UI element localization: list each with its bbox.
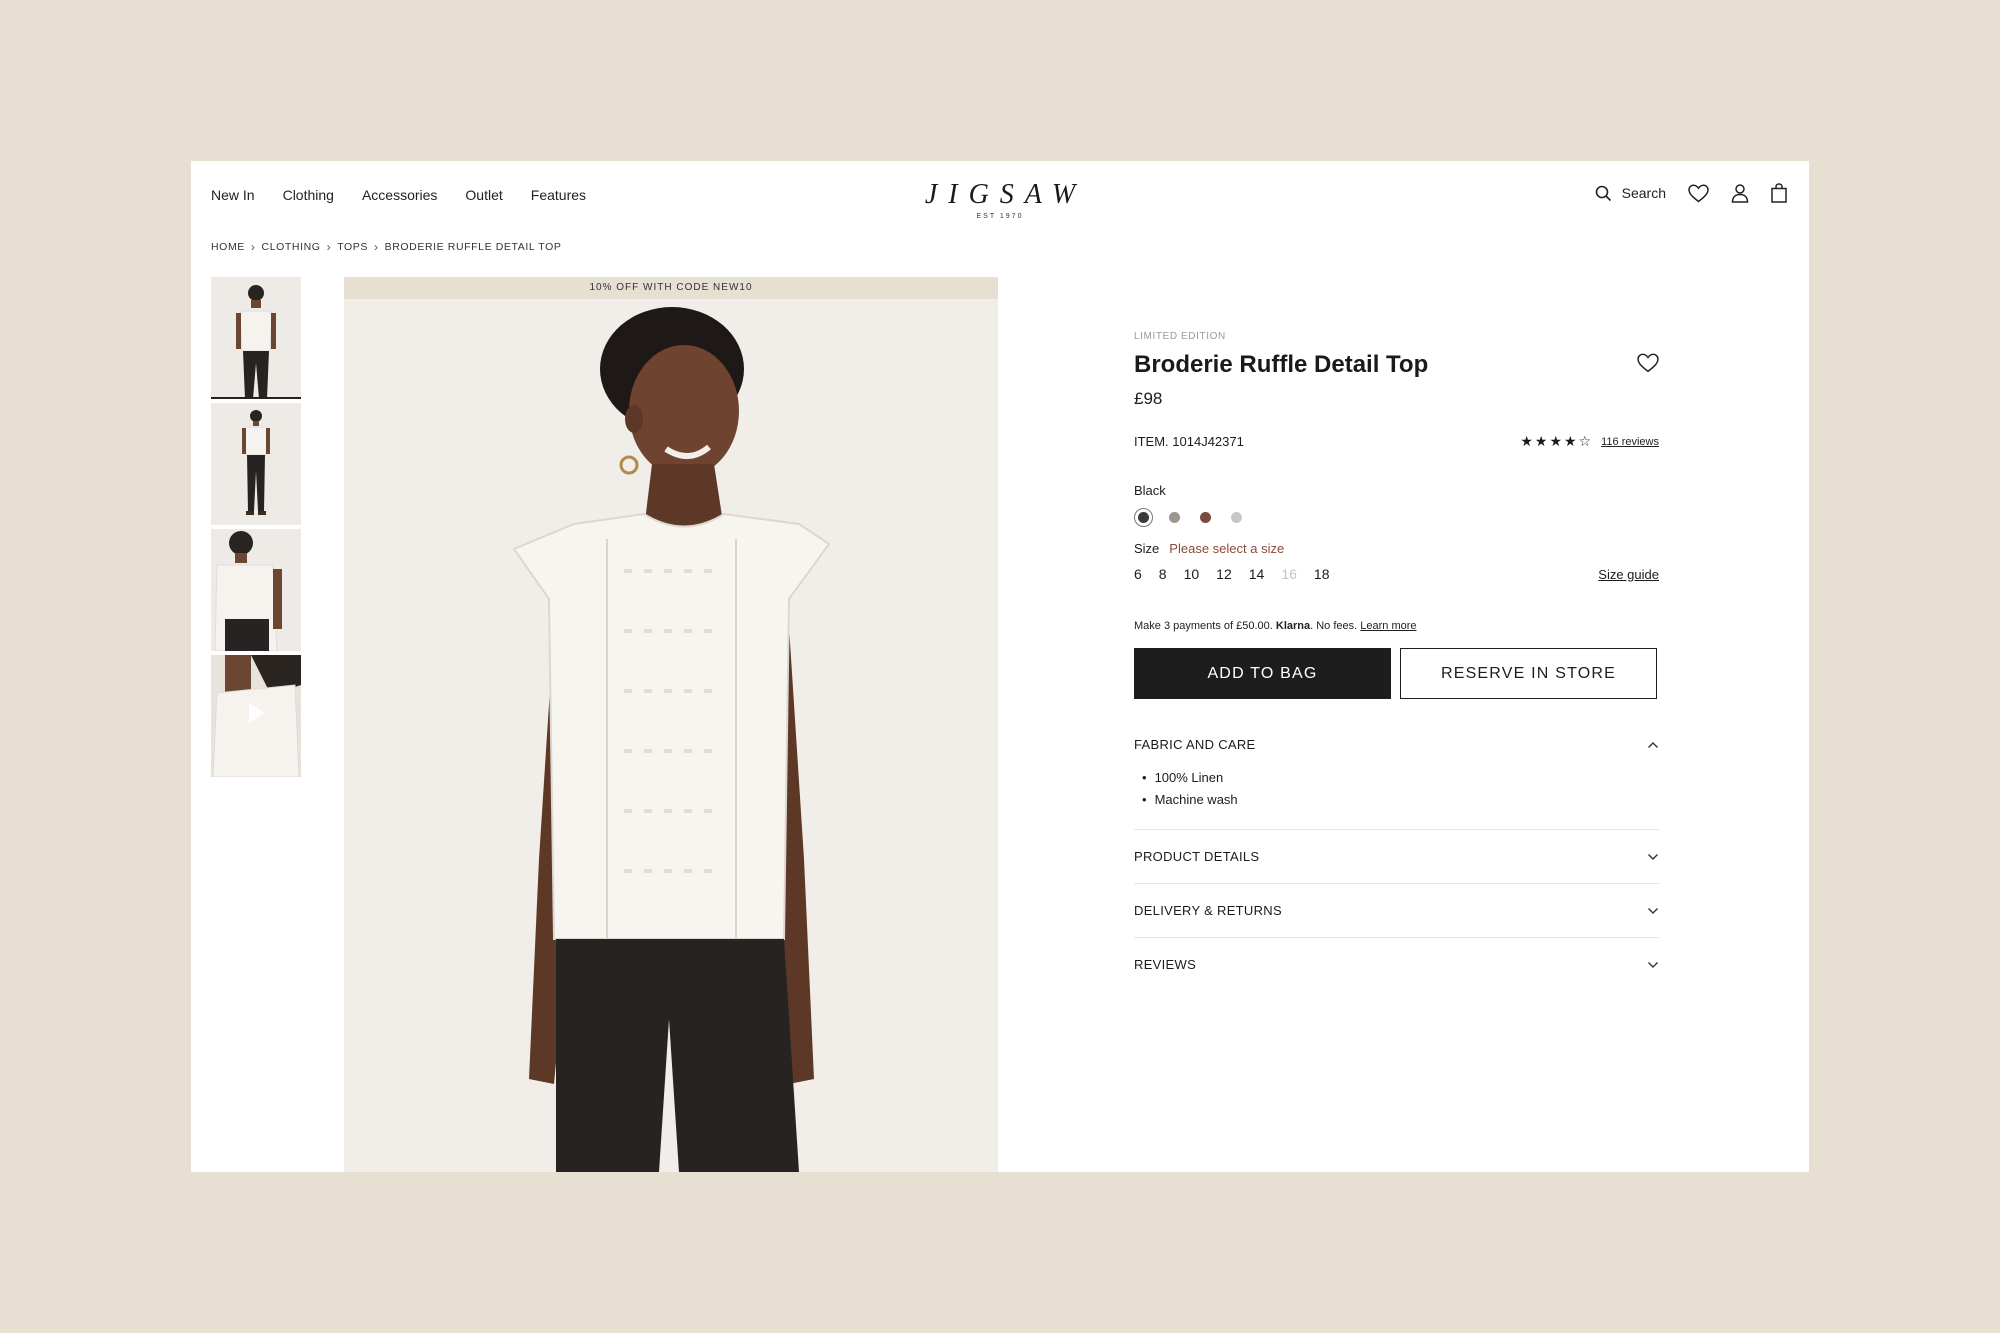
klarna-learn-more-link[interactable]: Learn more bbox=[1360, 620, 1416, 632]
bag-icon[interactable] bbox=[1771, 183, 1787, 203]
product-price: £98 bbox=[1134, 389, 1163, 408]
product-title: Broderie Ruffle Detail Top bbox=[1134, 351, 1429, 378]
brand-name: JIGSAW bbox=[924, 179, 1087, 210]
header-actions: Search bbox=[1595, 183, 1787, 203]
size-option-10[interactable]: 10 bbox=[1184, 566, 1200, 582]
wishlist-heart-icon[interactable] bbox=[1637, 353, 1659, 378]
chevron-up-icon bbox=[1647, 737, 1659, 752]
model-illustration bbox=[512, 307, 831, 1172]
chevron-down-icon bbox=[1647, 849, 1659, 864]
search-button[interactable]: Search bbox=[1595, 185, 1666, 202]
promo-banner: 10% OFF WITH CODE NEW10 bbox=[344, 277, 998, 299]
accordion-label: FABRIC AND CARE bbox=[1134, 737, 1256, 752]
chevron-down-icon bbox=[1647, 957, 1659, 972]
size-option-8[interactable]: 8 bbox=[1159, 566, 1167, 582]
accordion-delivery-returns: DELIVERY & RETURNS bbox=[1134, 884, 1659, 938]
accordion-header-product-details[interactable]: PRODUCT DETAILS bbox=[1134, 830, 1659, 883]
chevron-right-icon: › bbox=[374, 240, 379, 254]
purchase-buttons: ADD TO BAG RESERVE IN STORE bbox=[1134, 648, 1659, 699]
accordion-header-delivery-returns[interactable]: DELIVERY & RETURNS bbox=[1134, 884, 1659, 937]
reviews-link[interactable]: 116 reviews bbox=[1601, 436, 1659, 448]
size-selector: 6 8 10 12 14 16 18 Size guide bbox=[1134, 566, 1659, 582]
fabric-care-list: 100% Linen Machine wash bbox=[1134, 763, 1659, 829]
chevron-right-icon: › bbox=[250, 240, 256, 254]
search-icon bbox=[1595, 185, 1612, 202]
breadcrumb-clothing[interactable]: CLOTHING bbox=[262, 241, 321, 253]
reserve-in-store-button[interactable]: RESERVE IN STORE bbox=[1400, 648, 1657, 699]
breadcrumb: HOME › CLOTHING › TOPS › BRODERIE RUFFLE… bbox=[211, 240, 561, 254]
size-option-18[interactable]: 18 bbox=[1314, 566, 1330, 582]
wishlist-icon[interactable] bbox=[1688, 183, 1709, 203]
swatch-light-grey[interactable] bbox=[1231, 512, 1242, 523]
size-header: Size Please select a size bbox=[1134, 541, 1659, 556]
accordion-header-reviews[interactable]: REVIEWS bbox=[1134, 938, 1659, 991]
klarna-prefix: Make 3 payments of £50.00. bbox=[1134, 620, 1273, 632]
play-icon bbox=[249, 703, 265, 723]
swatch-grey[interactable] bbox=[1169, 512, 1180, 523]
accordion-label: DELIVERY & RETURNS bbox=[1134, 903, 1282, 918]
colour-label: Black bbox=[1134, 483, 1166, 498]
accordion-label: REVIEWS bbox=[1134, 957, 1197, 972]
brand-logo[interactable]: JIGSAW EST 1970 bbox=[191, 179, 1809, 220]
breadcrumb-tops[interactable]: TOPS bbox=[337, 241, 368, 253]
rating: ★★★★☆ 116 reviews bbox=[1520, 433, 1659, 450]
breadcrumb-current: BRODERIE RUFFLE DETAIL TOP bbox=[384, 241, 562, 253]
list-item: Machine wash bbox=[1142, 789, 1659, 811]
browser-page: New In Clothing Accessories Outlet Featu… bbox=[191, 161, 1809, 1172]
size-guide-link[interactable]: Size guide bbox=[1598, 567, 1659, 582]
add-to-bag-button[interactable]: ADD TO BAG bbox=[1134, 648, 1391, 699]
accordion-fabric-care: FABRIC AND CARE 100% Linen Machine wash bbox=[1134, 727, 1659, 830]
klarna-brand: Klarna bbox=[1275, 620, 1311, 632]
product-details: LIMITED EDITION Broderie Ruffle Detail T… bbox=[1134, 331, 1659, 991]
swatch-brown[interactable] bbox=[1200, 512, 1211, 523]
thumbnail-strip bbox=[211, 277, 301, 777]
klarna-message: Make 3 payments of £50.00. Klarna. No fe… bbox=[1134, 620, 1659, 632]
chevron-right-icon: › bbox=[326, 240, 332, 254]
chevron-down-icon bbox=[1647, 903, 1659, 918]
brand-est: EST 1970 bbox=[976, 213, 1024, 220]
product-accordion: FABRIC AND CARE 100% Linen Machine wash … bbox=[1134, 727, 1659, 991]
item-code: ITEM. 1014J42371 bbox=[1134, 434, 1244, 449]
thumbnail-1[interactable] bbox=[211, 277, 301, 399]
colour-swatches bbox=[1134, 508, 1659, 527]
size-option-14[interactable]: 14 bbox=[1249, 566, 1265, 582]
limited-badge: LIMITED EDITION bbox=[1134, 331, 1226, 342]
accordion-product-details: PRODUCT DETAILS bbox=[1134, 830, 1659, 884]
thumbnail-video[interactable] bbox=[211, 655, 301, 777]
accordion-header-fabric-care[interactable]: FABRIC AND CARE bbox=[1134, 727, 1659, 763]
size-label: Size bbox=[1134, 541, 1160, 556]
swatch-black[interactable] bbox=[1134, 508, 1153, 527]
breadcrumb-home[interactable]: HOME bbox=[211, 241, 245, 253]
account-icon[interactable] bbox=[1731, 183, 1749, 203]
search-label: Search bbox=[1621, 185, 1666, 201]
thumbnail-3[interactable] bbox=[211, 529, 301, 651]
accordion-label: PRODUCT DETAILS bbox=[1134, 849, 1260, 864]
klarna-suffix: . No fees. bbox=[1310, 620, 1358, 632]
size-prompt: Please select a size bbox=[1169, 541, 1285, 556]
accordion-reviews: REVIEWS bbox=[1134, 938, 1659, 991]
size-option-6[interactable]: 6 bbox=[1134, 566, 1142, 582]
star-rating-icon: ★★★★☆ bbox=[1520, 433, 1594, 449]
size-option-16: 16 bbox=[1281, 566, 1297, 582]
thumbnail-2[interactable] bbox=[211, 403, 301, 525]
size-option-12[interactable]: 12 bbox=[1216, 566, 1232, 582]
list-item: 100% Linen bbox=[1142, 767, 1659, 789]
item-row: ITEM. 1014J42371 ★★★★☆ 116 reviews bbox=[1134, 433, 1659, 450]
main-product-image[interactable]: 10% OFF WITH CODE NEW10 bbox=[344, 277, 998, 1172]
